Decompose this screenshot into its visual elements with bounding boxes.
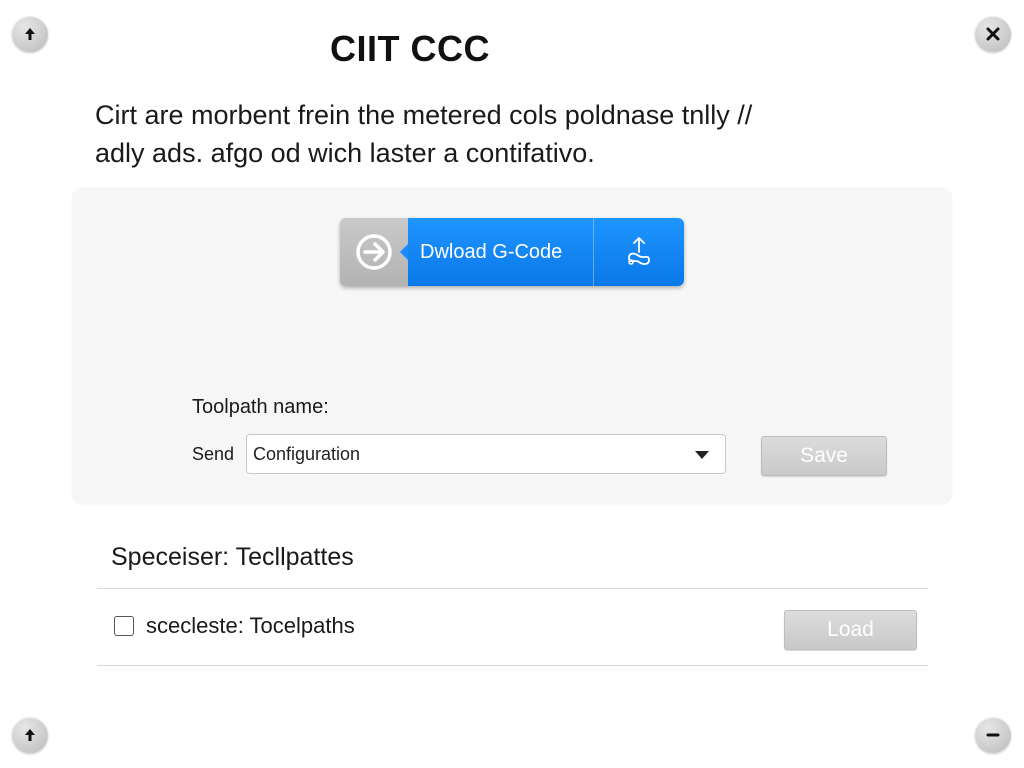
arrow-up-icon xyxy=(25,729,35,741)
top-left-up-button[interactable] xyxy=(12,16,48,52)
share-icon xyxy=(628,237,650,265)
download-label: Dwload G-Code xyxy=(408,218,594,286)
divider-bottom xyxy=(97,665,928,666)
load-button[interactable]: Load xyxy=(784,610,917,650)
configuration-select[interactable]: Configuration xyxy=(246,434,726,474)
download-share-segment[interactable] xyxy=(594,218,684,286)
divider-top xyxy=(97,588,928,589)
send-label: Send xyxy=(192,444,235,464)
main-panel: Dwload G-Code Toolpath name: Send Config… xyxy=(72,188,952,504)
toolpaths-checkbox[interactable] xyxy=(114,616,134,636)
minimize-button[interactable] xyxy=(975,717,1011,753)
description-text: Cirt are morbent frein the metered cols … xyxy=(95,96,895,172)
toolpath-name-label: Toolpath name: xyxy=(192,396,329,418)
description-line-1: Cirt are morbent frein the metered cols … xyxy=(95,100,753,130)
select-value: Configuration xyxy=(253,443,361,464)
download-left-segment xyxy=(340,218,408,286)
specifier-title: Speceiser: Tecllpattes xyxy=(111,543,354,571)
page: CIIT CCC Cirt are morbent frein the mete… xyxy=(0,0,1024,768)
save-button[interactable]: Save xyxy=(761,436,887,476)
toolpaths-checkbox-label: scecleste: Tocelpaths xyxy=(146,613,355,638)
close-button[interactable] xyxy=(975,16,1011,52)
download-gcode-button[interactable]: Dwload G-Code xyxy=(340,218,684,286)
arrow-right-circle-icon xyxy=(356,234,392,270)
minus-icon xyxy=(986,733,1000,737)
close-icon xyxy=(986,27,1000,41)
arrow-up-icon xyxy=(25,28,35,40)
chevron-down-icon xyxy=(695,451,709,459)
page-title: CIIT CCC xyxy=(330,28,490,69)
bottom-left-up-button[interactable] xyxy=(12,717,48,753)
description-line-2: adly ads. afgo od wich laster a contifat… xyxy=(95,138,595,168)
